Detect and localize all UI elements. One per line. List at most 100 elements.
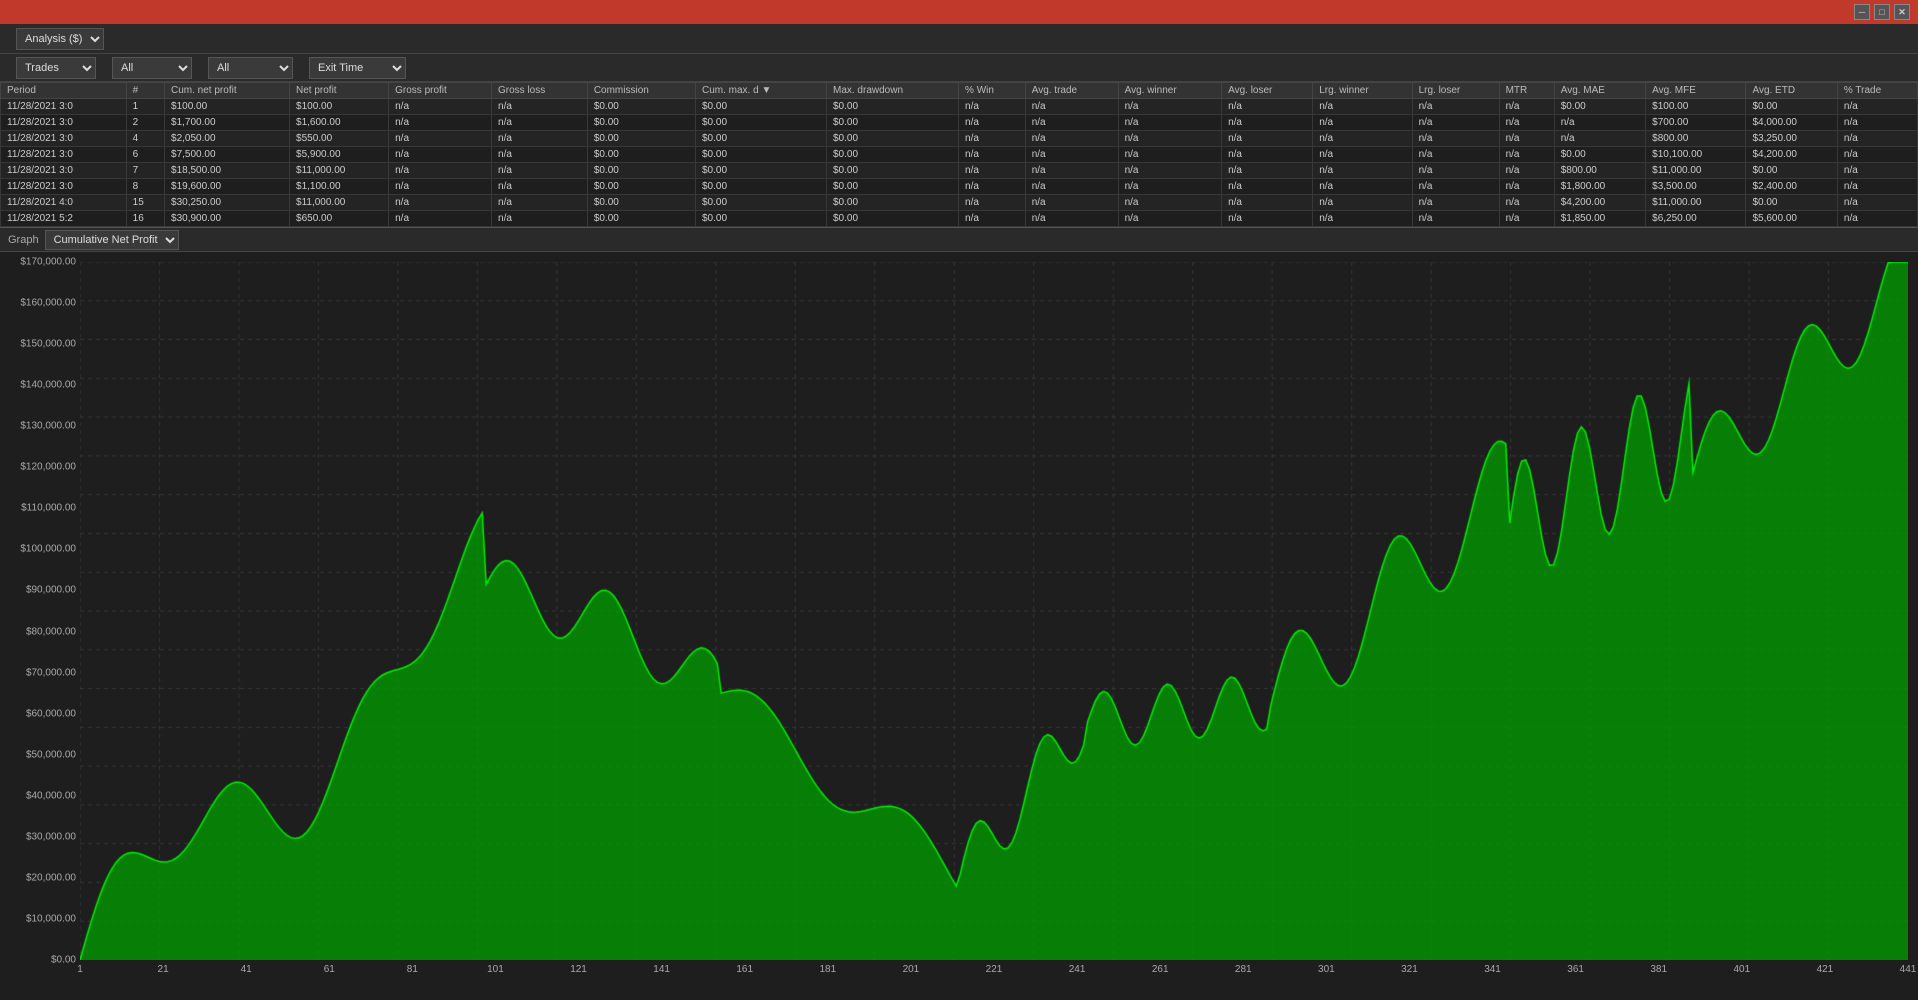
table-cell: n/a — [492, 115, 588, 131]
table-header-cell[interactable]: Avg. loser — [1222, 83, 1313, 99]
close-button[interactable]: ✕ — [1894, 4, 1910, 20]
graph-type-select[interactable]: Cumulative Net Profit Net Profit Drawdow… — [45, 230, 179, 250]
table-cell: n/a — [389, 211, 492, 227]
table-cell: n/a — [1025, 131, 1118, 147]
table-header-cell[interactable]: Gross loss — [492, 83, 588, 99]
table-body: 11/28/2021 3:01$100.00$100.00n/an/a$0.00… — [1, 99, 1918, 227]
table-cell: $0.00 — [587, 163, 695, 179]
table-header-cell[interactable]: % Trade — [1837, 83, 1917, 99]
table-cell: n/a — [1313, 115, 1412, 131]
table-cell: n/a — [1118, 115, 1222, 131]
table-cell: n/a — [1118, 131, 1222, 147]
table-header-cell[interactable]: # — [126, 83, 164, 99]
table-cell: n/a — [389, 115, 492, 131]
table-cell: n/a — [959, 195, 1026, 211]
table-header-cell[interactable]: Max. drawdown — [826, 83, 958, 99]
table-cell: $4,200.00 — [1554, 195, 1645, 211]
x-tick-label: 181 — [819, 964, 836, 975]
table-cell: $0.00 — [695, 211, 826, 227]
x-tick-label: 401 — [1733, 964, 1750, 975]
table-cell: n/a — [1837, 163, 1917, 179]
table-cell: $3,250.00 — [1746, 131, 1837, 147]
table-cell: n/a — [959, 147, 1026, 163]
table-header-cell[interactable]: Commission — [587, 83, 695, 99]
y-tick-label: $100,000.00 — [20, 544, 76, 555]
y-tick-label: $140,000.00 — [20, 380, 76, 391]
table-header-cell[interactable]: MTR — [1499, 83, 1554, 99]
table-cell: $3,500.00 — [1646, 179, 1746, 195]
table-cell: $0.00 — [826, 179, 958, 195]
x-tick-label: 161 — [736, 964, 753, 975]
table-cell: $100.00 — [290, 99, 389, 115]
y-tick-label: $150,000.00 — [20, 339, 76, 350]
table-cell: 16 — [126, 211, 164, 227]
table-header-cell[interactable]: Avg. trade — [1025, 83, 1118, 99]
x-tick-label: 221 — [986, 964, 1003, 975]
table-cell: n/a — [1412, 131, 1499, 147]
table-cell: $5,900.00 — [290, 147, 389, 163]
x-tick-label: 421 — [1817, 964, 1834, 975]
table-header-cell[interactable]: Avg. MFE — [1646, 83, 1746, 99]
table-cell: $11,000.00 — [1646, 195, 1746, 211]
table-cell: $30,900.00 — [165, 211, 290, 227]
table-cell: 2 — [126, 115, 164, 131]
wl-select[interactable]: All Winners Losers — [208, 57, 293, 79]
x-tick-label: 101 — [487, 964, 504, 975]
y-tick-label: $50,000.00 — [26, 749, 76, 760]
table-cell: n/a — [1412, 163, 1499, 179]
table-cell: $1,800.00 — [1554, 179, 1645, 195]
table-header-cell[interactable]: Period — [1, 83, 127, 99]
x-tick-label: 341 — [1484, 964, 1501, 975]
y-tick-label: $130,000.00 — [20, 421, 76, 432]
x-tick-label: 381 — [1650, 964, 1667, 975]
table-cell: 6 — [126, 147, 164, 163]
table-cell: n/a — [1222, 179, 1313, 195]
y-tick-label: $20,000.00 — [26, 872, 76, 883]
table-header-cell[interactable]: Cum. net profit — [165, 83, 290, 99]
longshort-select[interactable]: All Long Short — [112, 57, 192, 79]
period-select[interactable]: Trades — [16, 57, 96, 79]
minimize-button[interactable]: ─ — [1854, 4, 1870, 20]
table-row: 11/28/2021 3:04$2,050.00$550.00n/an/a$0.… — [1, 131, 1918, 147]
table-header-cell[interactable]: Avg. MAE — [1554, 83, 1645, 99]
x-tick-label: 1 — [77, 964, 83, 975]
table-cell: n/a — [492, 99, 588, 115]
table-header-cell[interactable]: Net profit — [290, 83, 389, 99]
table-header-cell[interactable]: Lrg. winner — [1313, 83, 1412, 99]
table-cell: $0.00 — [695, 115, 826, 131]
table-cell: $4,000.00 — [1746, 115, 1837, 131]
table-cell: n/a — [389, 147, 492, 163]
table-cell: n/a — [492, 131, 588, 147]
maximize-button[interactable]: □ — [1874, 4, 1890, 20]
table-header-cell[interactable]: Lrg. loser — [1412, 83, 1499, 99]
table-cell: n/a — [1118, 163, 1222, 179]
table-cell: $0.00 — [826, 115, 958, 131]
table-cell: 4 — [126, 131, 164, 147]
table-header-cell[interactable]: Gross profit — [389, 83, 492, 99]
table-cell: $0.00 — [826, 131, 958, 147]
table-header-cell[interactable]: Cum. max. d ▼ — [695, 83, 826, 99]
table-row: 11/28/2021 3:06$7,500.00$5,900.00n/an/a$… — [1, 147, 1918, 163]
table-header-cell[interactable]: Avg. ETD — [1746, 83, 1837, 99]
table-cell: n/a — [1118, 99, 1222, 115]
table-header-cell[interactable]: % Win — [959, 83, 1026, 99]
table-cell: n/a — [1222, 99, 1313, 115]
x-tick-label: 121 — [570, 964, 587, 975]
table-row: 11/28/2021 4:015$30,250.00$11,000.00n/an… — [1, 195, 1918, 211]
table-cell: n/a — [1837, 211, 1917, 227]
table-cell: $0.00 — [587, 211, 695, 227]
table-header-cell[interactable]: Avg. winner — [1118, 83, 1222, 99]
table-cell: $1,700.00 — [165, 115, 290, 131]
table-cell: 11/28/2021 5:2 — [1, 211, 127, 227]
table-cell: n/a — [959, 179, 1026, 195]
table-cell: $0.00 — [1746, 163, 1837, 179]
y-tick-label: $90,000.00 — [26, 585, 76, 596]
table-cell: $5,600.00 — [1746, 211, 1837, 227]
x-tick-label: 361 — [1567, 964, 1584, 975]
x-tick-label: 261 — [1152, 964, 1169, 975]
table-cell: n/a — [1222, 211, 1313, 227]
table-cell: n/a — [1412, 195, 1499, 211]
timebase-select[interactable]: Exit Time Entry Time — [309, 57, 406, 79]
x-tick-label: 441 — [1900, 964, 1917, 975]
display-select[interactable]: Analysis ($) — [16, 28, 104, 50]
